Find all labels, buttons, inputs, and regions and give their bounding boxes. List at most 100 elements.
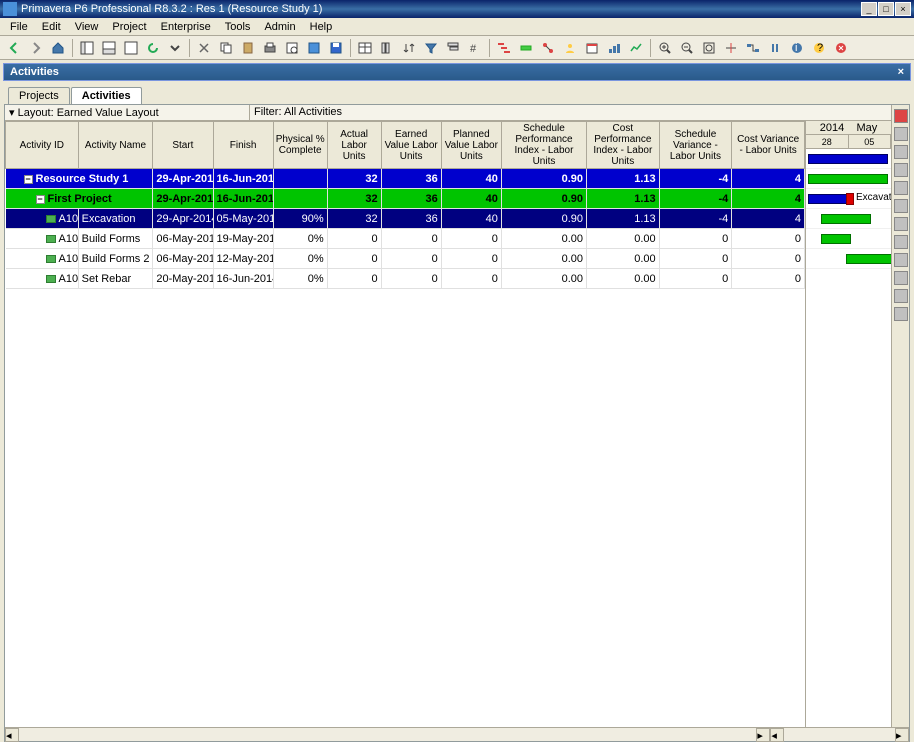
layout-bar: ▾ Layout: Earned Value Layout Filter: Al… — [5, 105, 891, 121]
trace-button[interactable] — [538, 38, 558, 58]
activity-icon — [46, 215, 56, 223]
col-activity-name[interactable]: Activity Name — [78, 122, 153, 169]
paste-button[interactable] — [238, 38, 258, 58]
gantt-bars: Excavation — [806, 149, 891, 269]
col-actual-labor[interactable]: Actual Labor Units — [327, 122, 381, 169]
expand-icon[interactable]: − — [36, 195, 45, 204]
side-add-icon[interactable] — [894, 127, 908, 141]
scroll-right-button[interactable]: ▸ — [756, 728, 770, 741]
zoom-out-button[interactable] — [677, 38, 697, 58]
columns-button[interactable] — [377, 38, 397, 58]
cut-button[interactable] — [194, 38, 214, 58]
filter-button[interactable] — [421, 38, 441, 58]
svg-text:i: i — [795, 42, 797, 54]
table-row[interactable]: −Resource Study 129-Apr-2014 A16-Jun-201… — [6, 169, 805, 189]
view1-button[interactable] — [77, 38, 97, 58]
side-roles-icon[interactable] — [894, 235, 908, 249]
menu-file[interactable]: File — [4, 20, 34, 34]
scroll-left-button[interactable]: ◂ — [5, 728, 19, 741]
side-toolbar — [891, 105, 909, 741]
app-icon — [3, 2, 17, 16]
info-button[interactable]: i — [787, 38, 807, 58]
side-copy-icon[interactable] — [894, 181, 908, 195]
schedule-button[interactable] — [582, 38, 602, 58]
level-button[interactable] — [604, 38, 624, 58]
view2-button[interactable] — [99, 38, 119, 58]
save-button[interactable] — [326, 38, 346, 58]
col-spi[interactable]: Schedule Performance Index - Labor Units — [501, 122, 586, 169]
toolbar: # i ? — [0, 36, 914, 60]
col-activity-id[interactable]: Activity ID — [6, 122, 79, 169]
menu-admin[interactable]: Admin — [258, 20, 301, 34]
side-successors-icon[interactable] — [894, 289, 908, 303]
side-cut-icon[interactable] — [894, 163, 908, 177]
menu-tools[interactable]: Tools — [219, 20, 257, 34]
horizontal-scrollbar[interactable]: ◂ ▸ ◂ ▸ — [5, 727, 891, 741]
fit-button[interactable] — [699, 38, 719, 58]
col-cv[interactable]: Cost Variance - Labor Units — [732, 122, 805, 169]
progress-button[interactable] — [721, 38, 741, 58]
col-planned-value[interactable]: Planned Value Labor Units — [441, 122, 501, 169]
view3-button[interactable] — [121, 38, 141, 58]
relationships-button[interactable] — [743, 38, 763, 58]
close-button[interactable]: × — [895, 2, 911, 16]
panel-close-icon[interactable]: × — [898, 66, 904, 78]
scroll-left-gantt[interactable]: ◂ — [770, 728, 784, 741]
tab-projects[interactable]: Projects — [8, 87, 70, 104]
gantt-bar-label: Excavation — [856, 192, 891, 203]
side-close-icon[interactable] — [894, 109, 908, 123]
col-physical-pct[interactable]: Physical % Complete — [273, 122, 327, 169]
dropdown-button[interactable] — [165, 38, 185, 58]
table-button[interactable] — [355, 38, 375, 58]
menu-help[interactable]: Help — [304, 20, 339, 34]
number-button[interactable]: # — [465, 38, 485, 58]
forward-button[interactable] — [26, 38, 46, 58]
table-row[interactable]: A1000Excavation29-Apr-2014 A05-May-20149… — [6, 209, 805, 229]
print-button[interactable] — [260, 38, 280, 58]
svg-text:#: # — [470, 43, 477, 55]
exit-button[interactable] — [831, 38, 851, 58]
minimize-button[interactable]: _ — [861, 2, 877, 16]
back-button[interactable] — [4, 38, 24, 58]
expand-icon[interactable]: − — [24, 175, 33, 184]
table-row[interactable]: A1015Build Forms 206-May-201412-May-2014… — [6, 249, 805, 269]
pause-button[interactable] — [765, 38, 785, 58]
home-button[interactable] — [48, 38, 68, 58]
gantt-chart[interactable]: 2014 May 2805 Excavation — [805, 121, 891, 741]
col-earned-value[interactable]: Earned Value Labor Units — [381, 122, 441, 169]
side-predecessors-icon[interactable] — [894, 271, 908, 285]
table-row[interactable]: A1020Set Rebar20-May-201416-Jun-20140%00… — [6, 269, 805, 289]
filter-name[interactable]: Filter: All Activities — [250, 105, 891, 120]
copy-button[interactable] — [216, 38, 236, 58]
side-delete-icon[interactable] — [894, 145, 908, 159]
sort-button[interactable] — [399, 38, 419, 58]
col-cpi[interactable]: Cost Performance Index - Labor Units — [587, 122, 660, 169]
side-codes-icon[interactable] — [894, 253, 908, 267]
menu-enterprise[interactable]: Enterprise — [155, 20, 217, 34]
table-row[interactable]: −First Project29-Apr-2014 A16-Jun-201432… — [6, 189, 805, 209]
maximize-button[interactable]: □ — [878, 2, 894, 16]
activity-icon — [46, 235, 56, 243]
help-button[interactable]: ? — [809, 38, 829, 58]
side-paste-icon[interactable] — [894, 199, 908, 213]
activity-button[interactable] — [516, 38, 536, 58]
preview-button[interactable] — [282, 38, 302, 58]
zoom-in-button[interactable] — [655, 38, 675, 58]
gantt-button[interactable] — [494, 38, 514, 58]
menu-edit[interactable]: Edit — [36, 20, 67, 34]
chart-button[interactable] — [626, 38, 646, 58]
table-row[interactable]: A1010Build Forms06-May-201419-May-20140%… — [6, 229, 805, 249]
col-start[interactable]: Start — [153, 122, 213, 169]
col-finish[interactable]: Finish — [213, 122, 273, 169]
side-resources-icon[interactable] — [894, 217, 908, 231]
menu-project[interactable]: Project — [106, 20, 152, 34]
refresh-button[interactable] — [143, 38, 163, 58]
resource-button[interactable] — [560, 38, 580, 58]
publish-button[interactable] — [304, 38, 324, 58]
tab-activities[interactable]: Activities — [71, 87, 142, 105]
col-sv[interactable]: Schedule Variance - Labor Units — [659, 122, 732, 169]
group-button[interactable] — [443, 38, 463, 58]
menu-view[interactable]: View — [69, 20, 105, 34]
layout-name[interactable]: ▾ Layout: Earned Value Layout — [5, 105, 250, 120]
side-steps-icon[interactable] — [894, 307, 908, 321]
